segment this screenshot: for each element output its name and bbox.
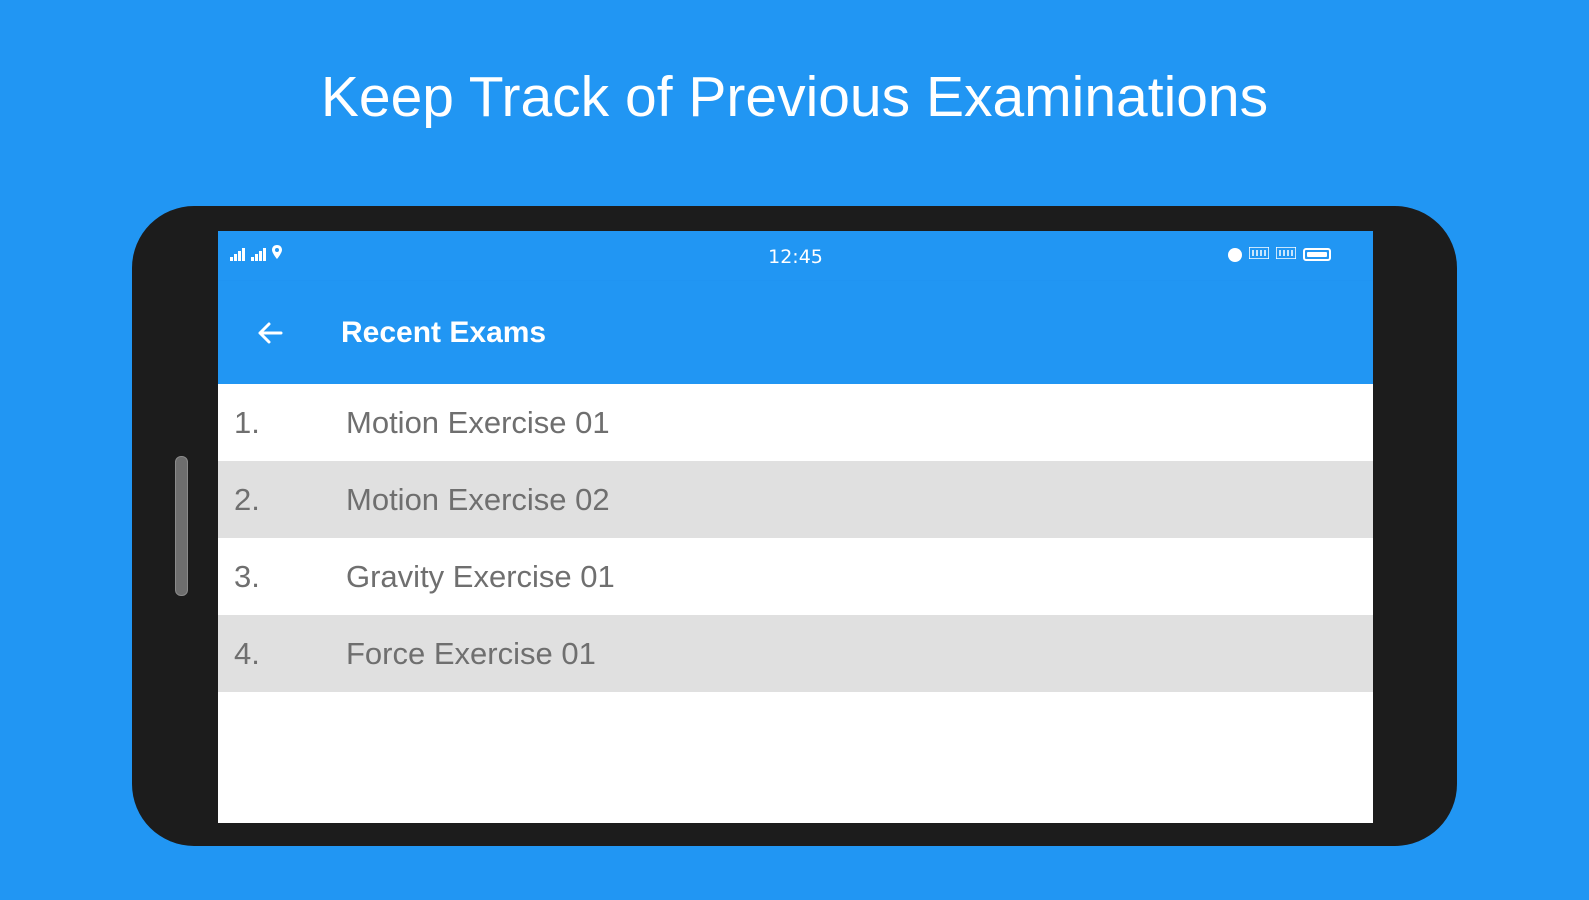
- device-frame: 12:45 Recent Exams 1. Motion Exercise 01…: [132, 206, 1457, 846]
- status-bar: 12:45: [218, 231, 1373, 281]
- list-item[interactable]: 4. Force Exercise 01: [218, 615, 1373, 692]
- list-item-label: Motion Exercise 02: [346, 482, 610, 517]
- battery-icon: [1303, 248, 1331, 261]
- list-item-number: 2.: [234, 482, 260, 517]
- back-button[interactable]: [246, 311, 294, 359]
- alarm-icon: [1228, 247, 1242, 262]
- list-item[interactable]: 3. Gravity Exercise 01: [218, 538, 1373, 615]
- status-bar-time: 12:45: [768, 246, 823, 268]
- list-item-label: Gravity Exercise 01: [346, 559, 615, 594]
- list-item-label: Motion Exercise 01: [346, 405, 610, 440]
- list-item-number: 3.: [234, 559, 260, 594]
- device-screen: 12:45 Recent Exams 1. Motion Exercise 01…: [218, 231, 1373, 823]
- app-bar: Recent Exams: [218, 281, 1373, 384]
- page-title: Recent Exams: [341, 316, 547, 349]
- status-bar-right-icons: [1228, 246, 1331, 262]
- network-speed-icon: [1248, 246, 1270, 262]
- list-item[interactable]: 2. Motion Exercise 02: [218, 461, 1373, 538]
- network-speed-icon: [1275, 246, 1297, 262]
- list-item[interactable]: 1. Motion Exercise 01: [218, 384, 1373, 461]
- promo-headline: Keep Track of Previous Examinations: [320, 65, 1269, 129]
- arrow-left-icon: [257, 321, 283, 350]
- list-item-number: 4.: [234, 636, 260, 671]
- list-item-number: 1.: [234, 405, 260, 440]
- exam-list: 1. Motion Exercise 01 2. Motion Exercise…: [218, 384, 1373, 692]
- list-item-label: Force Exercise 01: [346, 636, 596, 671]
- device-side-button: [175, 456, 188, 596]
